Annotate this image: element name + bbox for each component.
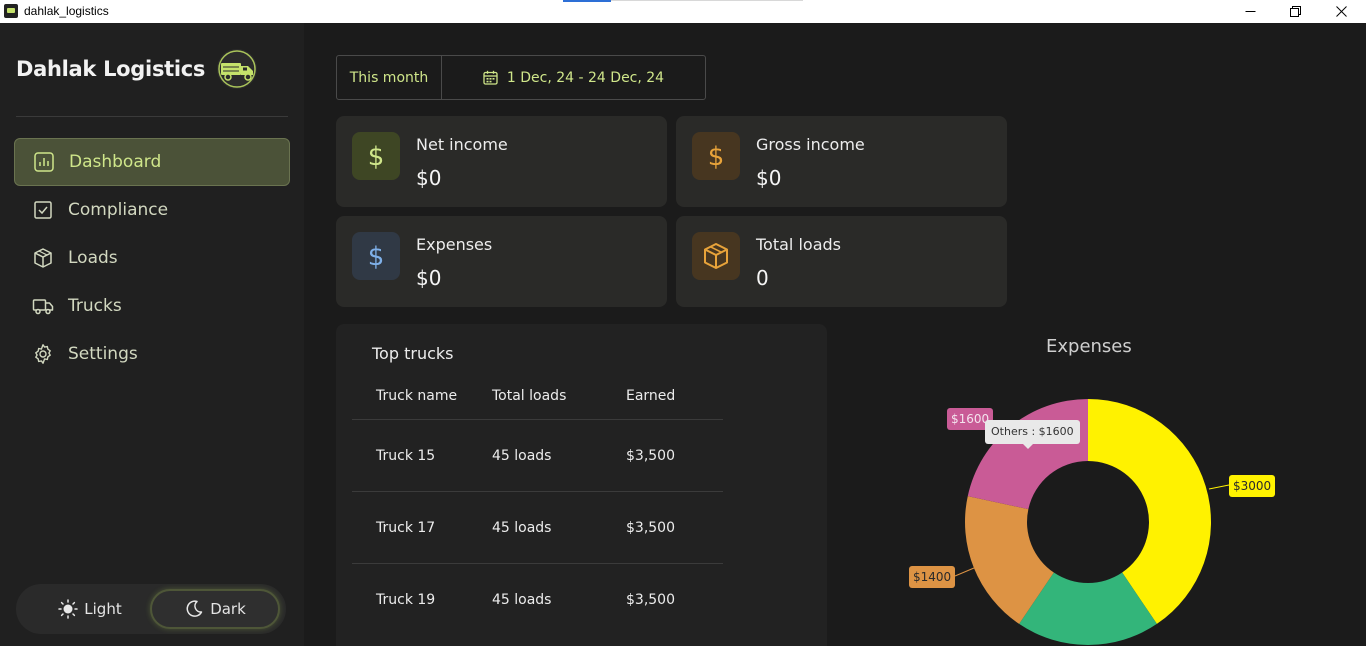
- truck-name-cell: Truck 15: [376, 447, 436, 464]
- svg-text:$: $: [708, 142, 725, 171]
- expenses-value: $0: [416, 266, 442, 290]
- top-trucks-title: Top trucks: [372, 344, 454, 363]
- chart-icon: [33, 151, 55, 173]
- sidebar-item-label: Dashboard: [69, 152, 162, 172]
- sidebar-item-trucks[interactable]: Trucks: [14, 282, 290, 330]
- table-row[interactable]: Truck 17 45 loads $3,500: [352, 492, 723, 564]
- restore-button[interactable]: [1272, 0, 1318, 23]
- dollar-icon: $: [352, 132, 400, 180]
- truck-icon: [32, 295, 54, 317]
- minimize-button[interactable]: [1227, 0, 1273, 23]
- app-icon: [4, 4, 18, 18]
- theme-light-label: Light: [84, 600, 122, 618]
- gross-income-card: $ Gross income $0: [676, 116, 1007, 207]
- sidebar-item-compliance[interactable]: Compliance: [14, 186, 290, 234]
- earned-cell: $3,500: [626, 592, 675, 608]
- net-income-value: $0: [416, 166, 442, 190]
- slice-label-3000: $3000: [1229, 475, 1276, 497]
- chart-tooltip: Others : $1600: [985, 420, 1080, 449]
- total-loads-label: Total loads: [756, 235, 841, 254]
- total-loads-cell: 45 loads: [492, 592, 552, 608]
- expenses-chart-title: Expenses: [1046, 336, 1132, 357]
- slice-leader-line: [1208, 484, 1230, 490]
- svg-text:$: $: [368, 142, 385, 171]
- close-icon: [1335, 6, 1347, 17]
- moon-icon: [186, 600, 203, 617]
- dollar-icon: $: [352, 232, 400, 280]
- close-button[interactable]: [1318, 0, 1364, 23]
- total-loads-value: 0: [756, 266, 769, 290]
- net-income-label: Net income: [416, 135, 508, 154]
- theme-dark-button[interactable]: Dark: [150, 589, 280, 629]
- restore-icon: [1289, 6, 1301, 17]
- table-row[interactable]: Truck 19 45 loads $3,500: [352, 564, 723, 636]
- table-header: Truck name Total loads Earned: [352, 372, 723, 420]
- title-accent-line: [563, 0, 611, 2]
- brand: Dahlak Logistics: [16, 47, 259, 91]
- sidebar-item-settings[interactable]: Settings: [14, 330, 290, 378]
- dollar-icon: $: [692, 132, 740, 180]
- checkbox-icon: [32, 199, 54, 221]
- sidebar: Dahlak Logistics Dashboard Compliance Lo…: [0, 23, 304, 646]
- sidebar-item-label: Settings: [68, 344, 138, 364]
- sidebar-item-label: Compliance: [68, 200, 169, 220]
- period-select[interactable]: This month: [337, 56, 442, 99]
- net-income-card: $ Net income $0: [336, 116, 667, 207]
- slice-label-1400: $1400: [909, 566, 956, 588]
- expenses-card: $ Expenses $0: [336, 216, 667, 307]
- top-trucks-table: Truck name Total loads Earned Truck 15 4…: [352, 372, 723, 636]
- window-title: dahlak_logistics: [24, 4, 109, 18]
- gross-income-label: Gross income: [756, 135, 865, 154]
- total-loads-cell: 45 loads: [492, 447, 552, 464]
- column-header-total-loads: Total loads: [492, 387, 567, 404]
- svg-text:$: $: [368, 242, 385, 271]
- sidebar-item-dashboard[interactable]: Dashboard: [14, 138, 290, 186]
- gear-icon: [32, 343, 54, 365]
- column-header-earned: Earned: [626, 387, 676, 404]
- sidebar-nav: Dashboard Compliance Loads Trucks Settin…: [14, 138, 290, 378]
- sun-icon: [58, 599, 79, 619]
- date-range-text: 1 Dec, 24 - 24 Dec, 24: [506, 69, 665, 86]
- total-loads-cell: 45 loads: [492, 519, 552, 536]
- total-loads-card: Total loads 0: [676, 216, 1007, 307]
- truck-name-cell: Truck 19: [376, 592, 436, 608]
- sidebar-item-label: Loads: [68, 248, 118, 268]
- truck-logo-icon: [217, 49, 258, 89]
- top-trucks-panel: Top trucks Truck name Total loads Earned…: [336, 324, 827, 646]
- calendar-icon: [483, 70, 498, 85]
- theme-switch: Light Dark: [16, 584, 286, 634]
- table-row[interactable]: Truck 15 45 loads $3,500: [352, 420, 723, 492]
- minimize-icon: [1245, 11, 1255, 12]
- box-icon: [32, 247, 54, 269]
- sidebar-item-loads[interactable]: Loads: [14, 234, 290, 282]
- sidebar-divider: [16, 116, 288, 117]
- expenses-label: Expenses: [416, 235, 493, 254]
- sidebar-item-label: Trucks: [68, 296, 122, 316]
- brand-name: Dahlak Logistics: [16, 57, 206, 81]
- window-title-bar: dahlak_logistics: [0, 0, 1366, 23]
- column-header-truck-name: Truck name: [376, 387, 458, 404]
- earned-cell: $3,500: [626, 447, 675, 464]
- date-range-picker[interactable]: 1 Dec, 24 - 24 Dec, 24: [442, 56, 705, 99]
- truck-name-cell: Truck 17: [376, 519, 436, 536]
- date-range-filter: This month 1 Dec, 24 - 24 Dec, 24: [336, 55, 706, 100]
- gross-income-value: $0: [756, 166, 782, 190]
- title-divider-line: [611, 0, 803, 1]
- slice-leader-line: [954, 567, 975, 577]
- theme-dark-label: Dark: [210, 600, 246, 618]
- package-icon: [692, 232, 740, 280]
- earned-cell: $3,500: [626, 519, 675, 536]
- theme-light-button[interactable]: Light: [40, 589, 140, 629]
